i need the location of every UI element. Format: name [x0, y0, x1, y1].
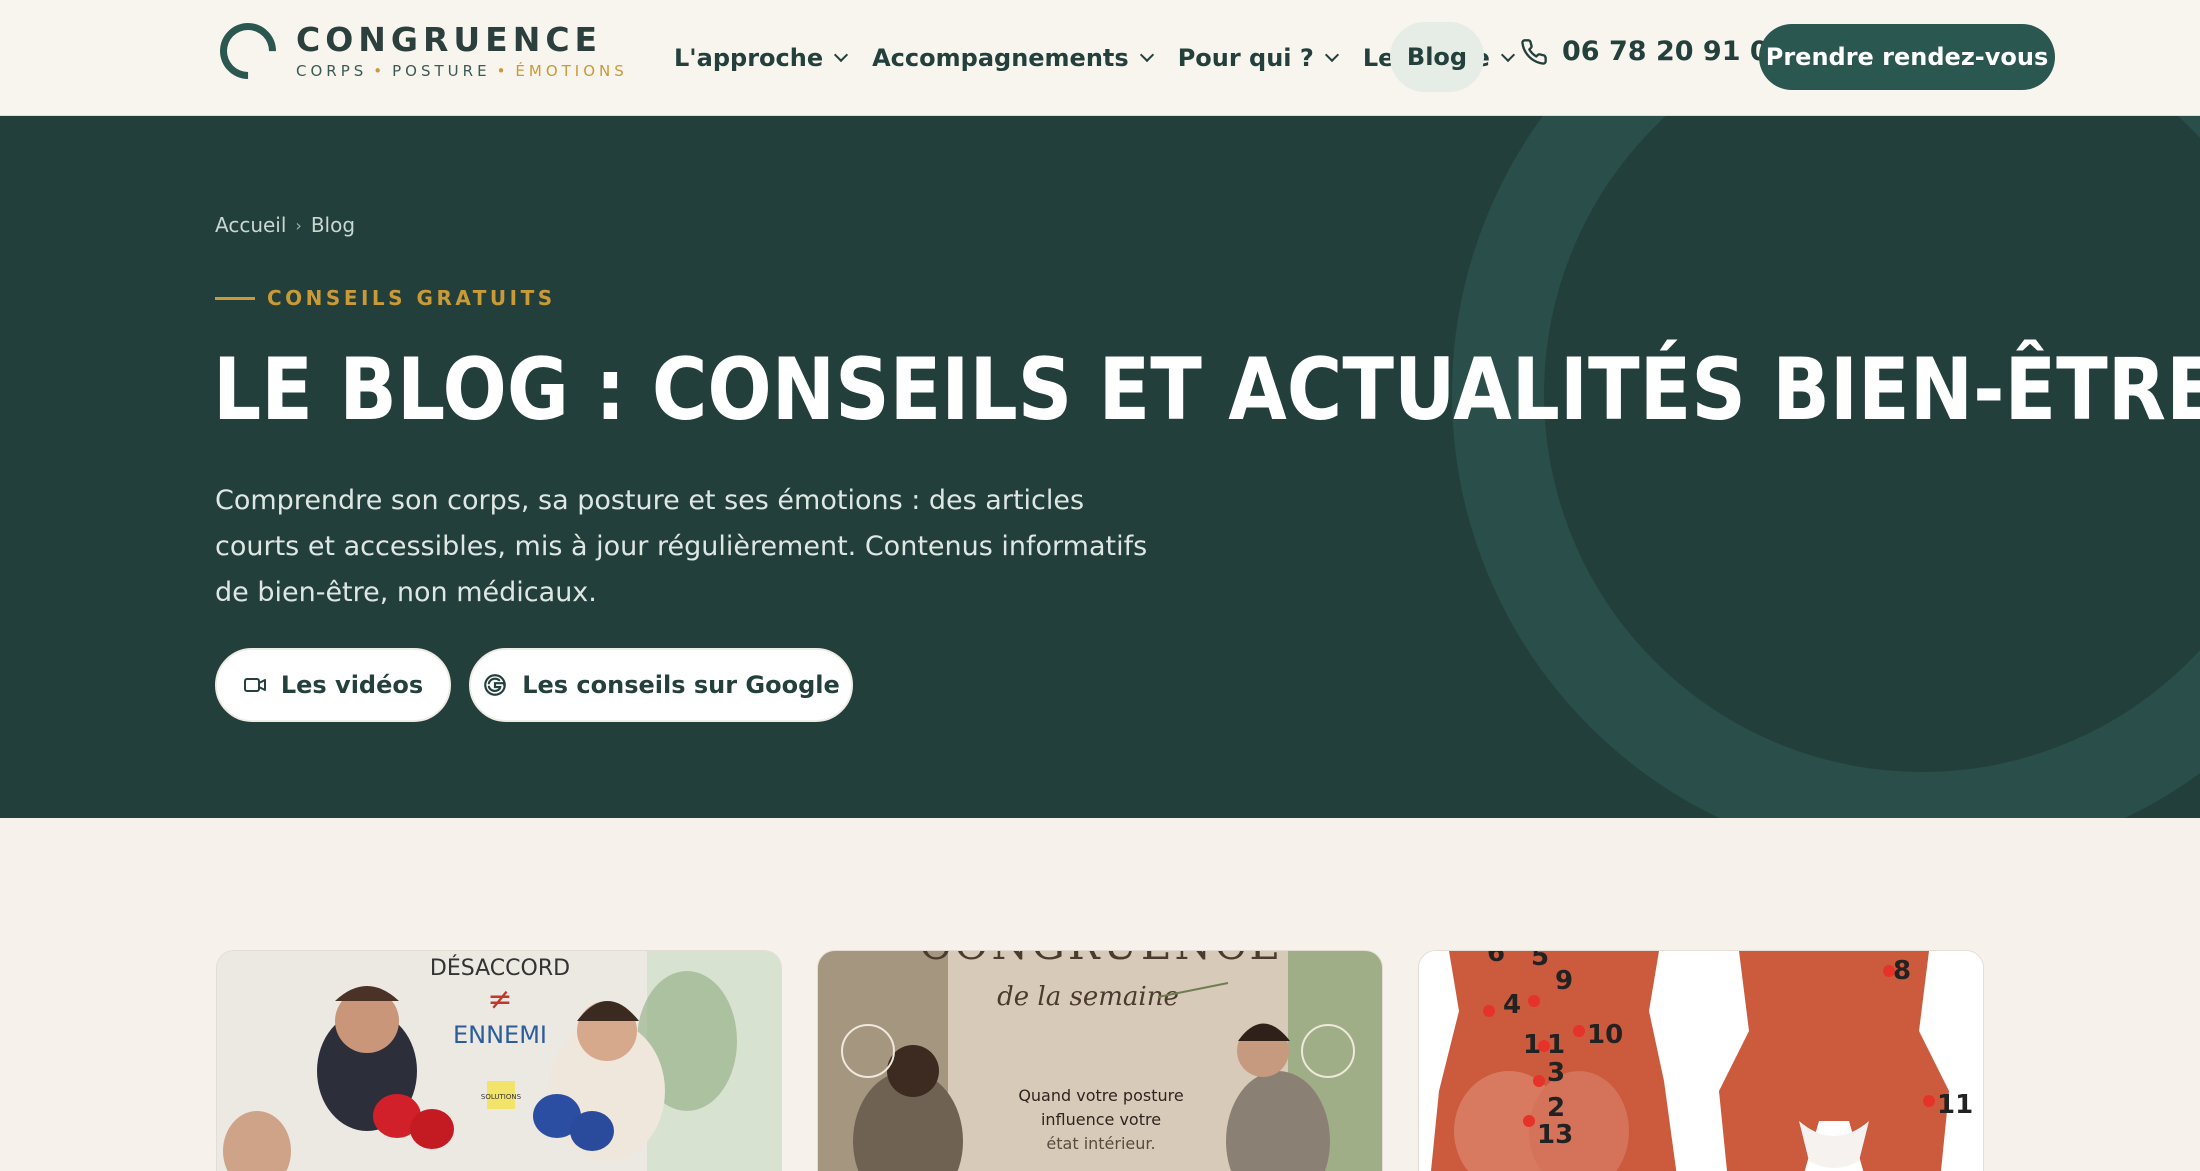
- article-image: 6 5 9 4 10 1 1 3 2 13 8 11: [1419, 951, 1983, 1171]
- article-image: SOLUTIONS DÉSACCORD ≠ ENNEMI: [217, 951, 781, 1171]
- article-image: CONGRUENCE de la semaine Quand votre pos…: [818, 951, 1382, 1171]
- logo-tag-corps: CORPS: [296, 62, 368, 80]
- logo-name: CONGRUENCE: [296, 20, 603, 59]
- card3-num: 1: [1547, 1030, 1565, 1060]
- breadcrumb-home[interactable]: Accueil: [215, 213, 286, 237]
- chevron-down-icon: [1139, 47, 1154, 63]
- chevron-down-icon: [834, 47, 849, 63]
- nav-item-accompagnements[interactable]: Accompagnements: [872, 44, 1154, 72]
- video-camera-icon: [243, 678, 266, 692]
- card3-num: 10: [1587, 1020, 1623, 1050]
- logo-tagline: CORPS • POSTURE • ÉMOTIONS: [296, 62, 628, 80]
- breadcrumb-separator-icon: ›: [295, 215, 302, 235]
- card3-num: 4: [1503, 990, 1521, 1020]
- google-icon: [484, 674, 507, 696]
- nav-item-approche[interactable]: L'approche: [674, 44, 849, 72]
- card1-text-1: DÉSACCORD: [430, 955, 570, 981]
- logo-dot-icon: •: [496, 62, 510, 80]
- videos-button[interactable]: Les vidéos: [215, 648, 451, 722]
- phone-link[interactable]: 06 78 20 91 08: [1520, 36, 1787, 67]
- logo-ring-icon: [208, 11, 288, 91]
- breadcrumb: Accueil › Blog: [215, 213, 355, 237]
- page-title: LE BLOG : CONSEILS ET ACTUALITÉS BIEN-ÊT…: [213, 340, 2200, 440]
- card1-text-2: ≠: [487, 982, 512, 1017]
- logo-tag-emotions: ÉMOTIONS: [515, 62, 628, 80]
- card3-num: 6: [1487, 951, 1505, 968]
- eyebrow-line: [215, 296, 255, 300]
- card3-num: 2: [1547, 1093, 1565, 1123]
- card2-line-1: Quand votre posture: [1018, 1086, 1183, 1105]
- card3-num: 3: [1547, 1058, 1565, 1088]
- card3-num: 9: [1555, 966, 1573, 996]
- article-card[interactable]: CONGRUENCE de la semaine Quand votre pos…: [817, 950, 1383, 1171]
- chevron-down-icon: [1324, 47, 1339, 63]
- card2-line-2: influence votre: [1041, 1110, 1161, 1129]
- card3-num: 13: [1537, 1120, 1573, 1150]
- phone-number: 06 78 20 91 08: [1562, 36, 1788, 67]
- logo-dot-icon: •: [373, 62, 387, 80]
- card1-note: SOLUTIONS: [481, 1093, 522, 1101]
- logo[interactable]: CONGRUENCE CORPS • POSTURE • ÉMOTIONS: [208, 11, 628, 91]
- card3-num: 1: [1523, 1030, 1541, 1060]
- nav-item-pour-qui[interactable]: Pour qui ?: [1178, 44, 1339, 72]
- article-card[interactable]: 6 5 9 4 10 1 1 3 2 13 8 11: [1418, 950, 1984, 1171]
- phone-icon: [1521, 38, 1547, 65]
- card3-num: 8: [1893, 956, 1911, 986]
- card2-line-3: état intérieur.: [1046, 1134, 1155, 1153]
- hero-section: Accueil › Blog CONSEILS GRATUITS LE BLOG…: [0, 116, 2200, 818]
- nav-item-blog[interactable]: Blog: [1390, 22, 1484, 92]
- hero-description: Comprendre son corps, sa posture et ses …: [215, 485, 1148, 608]
- card3-num: 5: [1531, 951, 1549, 972]
- chevron-down-icon: [1500, 47, 1515, 63]
- google-tips-button[interactable]: Les conseils sur Google: [469, 648, 853, 722]
- site-header: CONGRUENCE CORPS • POSTURE • ÉMOTIONS L'appr…: [0, 0, 2200, 116]
- article-card[interactable]: SOLUTIONS DÉSACCORD ≠ ENNEMI: [216, 950, 782, 1171]
- card2-title: CONGRUENCE: [919, 951, 1283, 969]
- decorative-ring: [1452, 116, 2200, 818]
- eyebrow-text: CONSEILS GRATUITS: [267, 286, 556, 310]
- eyebrow: CONSEILS GRATUITS: [215, 286, 556, 310]
- card1-text-3: ENNEMI: [453, 1021, 547, 1049]
- breadcrumb-current: Blog: [310, 213, 356, 237]
- book-appointment-button[interactable]: Prendre rendez-vous: [1759, 24, 2055, 90]
- card2-subtitle: de la semaine: [997, 982, 1179, 1012]
- logo-tag-posture: POSTURE: [392, 62, 491, 80]
- card3-num: 11: [1937, 1090, 1973, 1120]
